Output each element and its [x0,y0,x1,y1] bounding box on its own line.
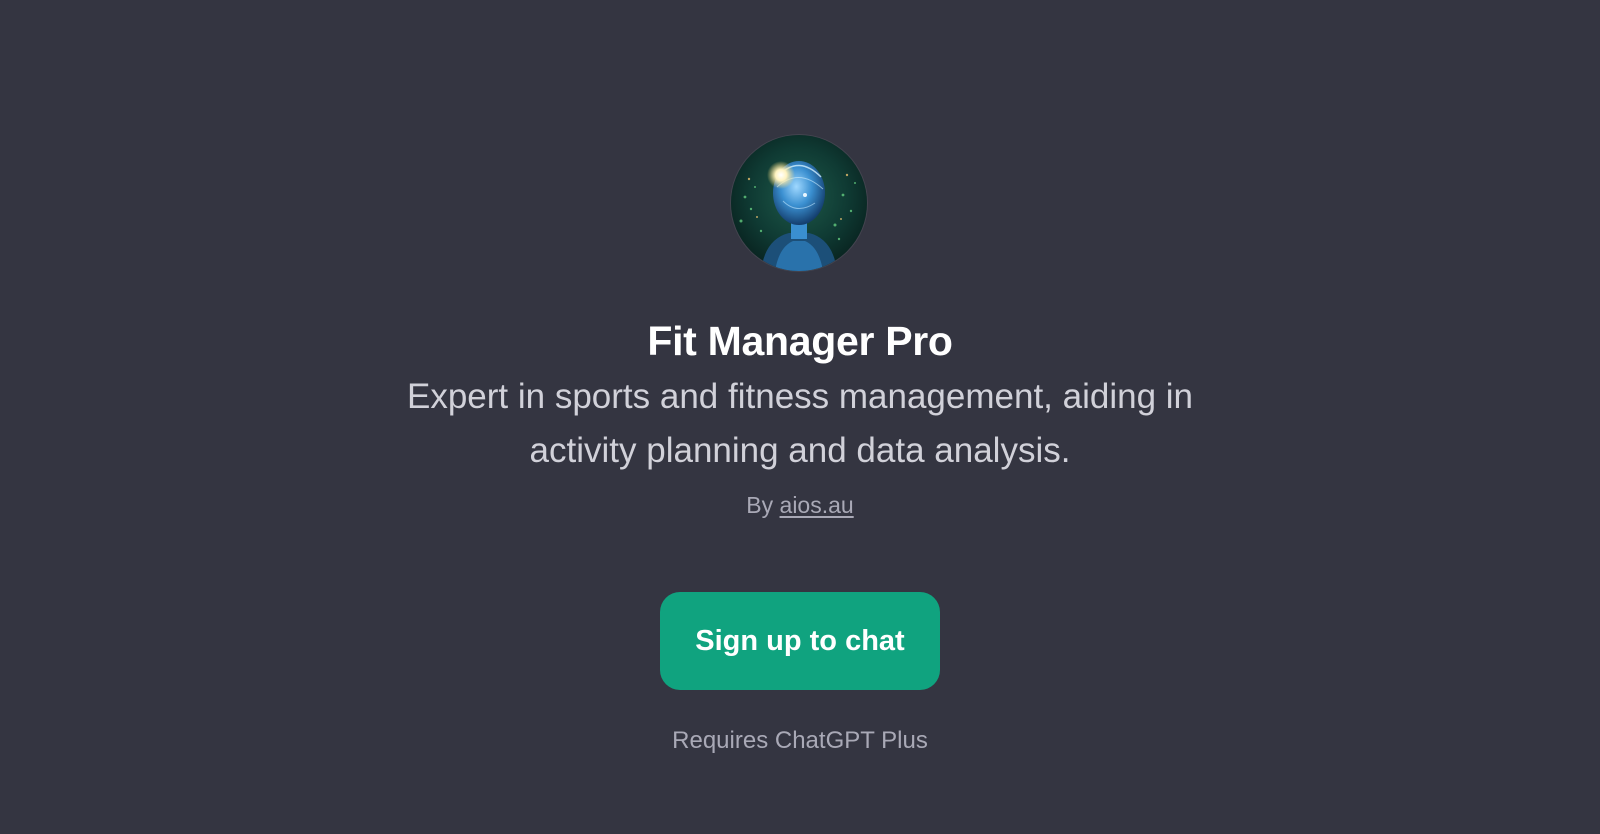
author-link[interactable]: aios.au [780,492,854,518]
gpt-description: Expert in sports and fitness management,… [407,377,1193,470]
plus-requirement-note: Requires ChatGPT Plus [672,727,928,754]
ai-humanoid-avatar-icon [731,135,867,271]
author-byline: By aios.au [0,490,1600,520]
byline-prefix: By [746,492,774,518]
sign-up-to-chat-button[interactable]: Sign up to chat [660,592,940,690]
gpt-landing-page: Fit Manager Pro Expert in sports and fit… [0,0,1600,834]
gpt-title: Fit Manager Pro [647,318,953,364]
